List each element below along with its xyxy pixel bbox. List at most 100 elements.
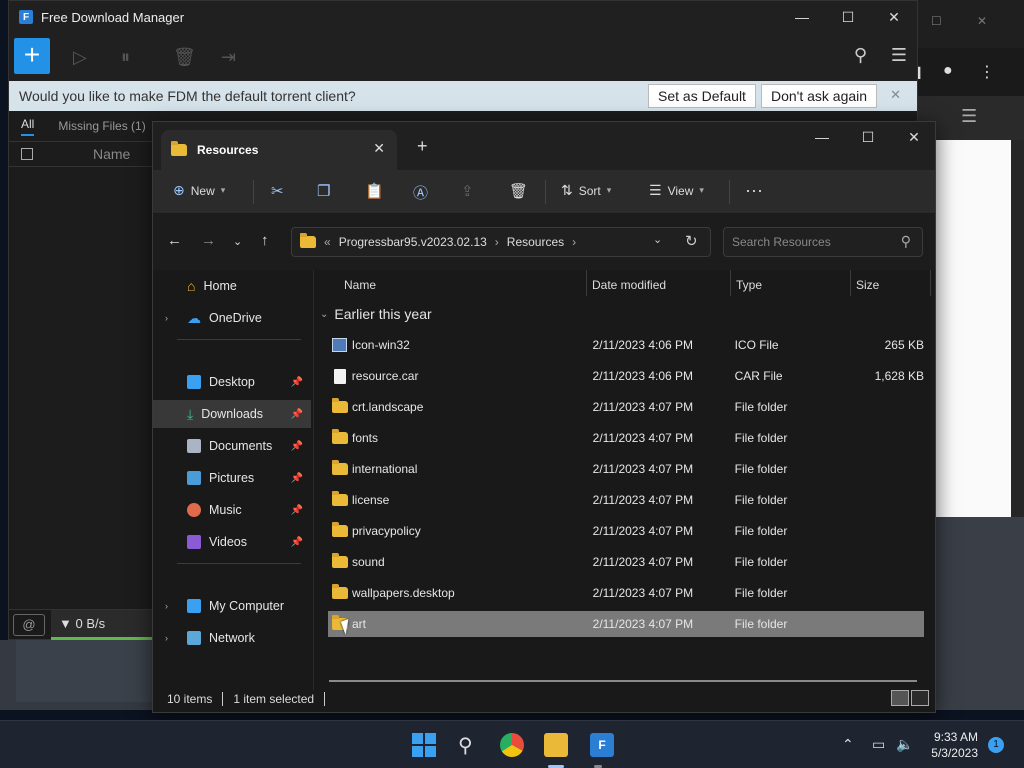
maximize-button[interactable]: ☐	[845, 122, 891, 152]
volume-icon[interactable]: 🔈	[896, 736, 913, 753]
recent-chevron-icon[interactable]: ⌄	[233, 235, 242, 248]
horizontal-scrollbar[interactable]	[329, 680, 917, 682]
pin-icon[interactable]: 📌	[291, 505, 303, 516]
expand-chevron-icon[interactable]: ›	[165, 313, 168, 323]
dont-ask-button[interactable]: Don't ask again	[761, 84, 878, 108]
up-icon[interactable]: ↑	[261, 232, 269, 249]
nav-item-pictures[interactable]: Pictures 📌	[153, 464, 311, 492]
nav-item-network[interactable]: › Network	[153, 624, 311, 652]
address-dropdown-icon[interactable]: ⌄	[653, 233, 662, 246]
tiles-view-button[interactable]	[911, 690, 929, 706]
select-all-checkbox[interactable]	[21, 148, 33, 160]
explorer-tab[interactable]: Resources ✕	[161, 130, 397, 170]
refresh-icon[interactable]: ↻	[685, 232, 698, 250]
new-tab-icon[interactable]: +	[417, 136, 428, 157]
close-button[interactable]: ✕	[871, 1, 917, 33]
close-button[interactable]: ✕	[891, 122, 937, 152]
minimize-button[interactable]: —	[779, 1, 825, 33]
add-download-button[interactable]: +	[14, 38, 50, 74]
notification-badge[interactable]: 1	[988, 737, 1004, 753]
details-view-button[interactable]	[891, 690, 909, 706]
share-icon[interactable]: ⇪	[461, 182, 474, 200]
paste-icon[interactable]: 📋	[365, 182, 384, 200]
nav-item-desktop[interactable]: Desktop 📌	[153, 368, 311, 396]
delete-icon[interactable]: 🗑	[173, 47, 196, 68]
cut-icon[interactable]: ✂	[271, 182, 284, 200]
breadcrumb-parent[interactable]: Progressbar95.v2023.02.13	[339, 235, 487, 249]
rename-icon[interactable]: Ⓐ	[413, 182, 428, 203]
group-header[interactable]: ⌄ Earlier this year	[320, 306, 432, 322]
table-row[interactable]: Icon-win32 2/11/2023 4:06 PM ICO File 265 K…	[328, 332, 924, 358]
column-size[interactable]: Size	[856, 278, 879, 292]
view-button[interactable]: ☰ View ▾	[649, 182, 704, 199]
address-bar[interactable]: « Progressbar95.v2023.02.13 › Resources …	[291, 227, 711, 257]
table-row[interactable]: wallpapers.desktop 2/11/2023 4:07 PM File …	[328, 580, 924, 606]
search-icon[interactable]: ⚲	[901, 233, 911, 250]
start-button[interactable]	[412, 733, 436, 757]
column-type[interactable]: Type	[736, 278, 762, 292]
nav-item-documents[interactable]: Documents 📌	[153, 432, 311, 460]
pin-icon[interactable]: 📌	[291, 473, 303, 484]
pin-icon[interactable]: 📌	[291, 537, 303, 548]
nav-item-videos[interactable]: Videos 📌	[153, 528, 311, 556]
new-button[interactable]: ⊕ New ▾	[173, 182, 225, 199]
breadcrumb-chevron-icon[interactable]: ›	[495, 235, 499, 249]
nav-item-my-computer[interactable]: › My Computer	[153, 592, 311, 620]
breadcrumb-overflow[interactable]: «	[324, 235, 331, 249]
search-icon[interactable]: ⚲	[854, 45, 867, 66]
sort-button[interactable]: ⇅ Sort ▾	[561, 182, 611, 199]
nav-item-downloads[interactable]: ⤓ Downloads 📌	[153, 400, 311, 428]
expand-chevron-icon[interactable]: ›	[165, 601, 168, 611]
banner-close-icon[interactable]: ✕	[890, 87, 901, 103]
expand-chevron-icon[interactable]: ›	[165, 633, 168, 643]
more-icon[interactable]: ···	[745, 180, 763, 201]
profile-icon[interactable]: ●	[943, 62, 953, 80]
close-icon[interactable]: ✕	[977, 14, 987, 28]
pin-icon[interactable]: 📌	[291, 441, 303, 452]
fdm-icon[interactable]: F	[590, 733, 614, 757]
more-vertical-icon[interactable]: ⋮	[979, 62, 995, 82]
pin-icon[interactable]: 📌	[291, 377, 303, 388]
pause-icon[interactable]: ⏸	[121, 47, 130, 68]
clock[interactable]: 9:33 AM 5/3/2023	[931, 729, 978, 761]
column-date-modified[interactable]: Date modified	[592, 278, 666, 292]
search-icon[interactable]: ⚲	[458, 733, 482, 757]
play-icon[interactable]: ▷	[73, 47, 87, 68]
hamburger-icon[interactable]: ☰	[961, 106, 977, 127]
back-icon[interactable]: ←	[167, 232, 182, 249]
minimize-button[interactable]: —	[799, 122, 845, 152]
search-input[interactable]: Search Resources	[723, 227, 923, 257]
table-row[interactable]: resource.car 2/11/2023 4:06 PM CAR File 1,6…	[328, 363, 924, 389]
nav-item-onedrive[interactable]: › ☁ OneDrive	[153, 304, 311, 332]
set-default-button[interactable]: Set as Default	[648, 84, 756, 108]
tab-all[interactable]: All	[21, 117, 35, 136]
table-row[interactable]: privacypolicy 2/11/2023 4:07 PM File folde…	[328, 518, 924, 544]
table-row[interactable]: international 2/11/2023 4:07 PM File folde…	[328, 456, 924, 482]
snail-mode-icon[interactable]: @	[13, 614, 45, 636]
chevron-up-icon[interactable]: ⌃	[842, 736, 854, 753]
tab-missing-files[interactable]: Missing Files (1)	[58, 119, 145, 133]
column-name[interactable]: Name	[344, 278, 376, 292]
breadcrumb-chevron-icon[interactable]: ›	[572, 235, 576, 249]
table-row[interactable]: sound 2/11/2023 4:07 PM File folder	[328, 549, 924, 575]
delete-icon[interactable]: 🗑	[509, 182, 528, 200]
download-speed[interactable]: ▼ 0 B/s	[51, 610, 154, 640]
breadcrumb-current[interactable]: Resources	[507, 235, 564, 249]
network-icon[interactable]: ▭	[872, 736, 885, 753]
chrome-icon[interactable]	[500, 733, 524, 757]
table-row[interactable]: art 2/11/2023 4:07 PM File folder	[328, 611, 924, 637]
move-icon[interactable]: ⇥	[221, 47, 236, 68]
pin-icon[interactable]: 📌	[291, 409, 303, 420]
forward-icon[interactable]: →	[201, 232, 216, 249]
nav-item-home[interactable]: ⌂ Home	[153, 272, 311, 300]
table-row[interactable]: license 2/11/2023 4:07 PM File folder	[328, 487, 924, 513]
table-row[interactable]: fonts 2/11/2023 4:07 PM File folder	[328, 425, 924, 451]
maximize-icon[interactable]: ☐	[931, 14, 942, 28]
tab-close-icon[interactable]: ✕	[373, 140, 385, 157]
file-explorer-icon[interactable]	[544, 733, 568, 757]
name-column-header[interactable]: Name	[93, 146, 130, 162]
maximize-button[interactable]: ☐	[825, 1, 871, 33]
copy-icon[interactable]: ❐	[317, 182, 330, 200]
table-row[interactable]: crt.landscape 2/11/2023 4:07 PM File folde…	[328, 394, 924, 420]
nav-item-music[interactable]: Music 📌	[153, 496, 311, 524]
